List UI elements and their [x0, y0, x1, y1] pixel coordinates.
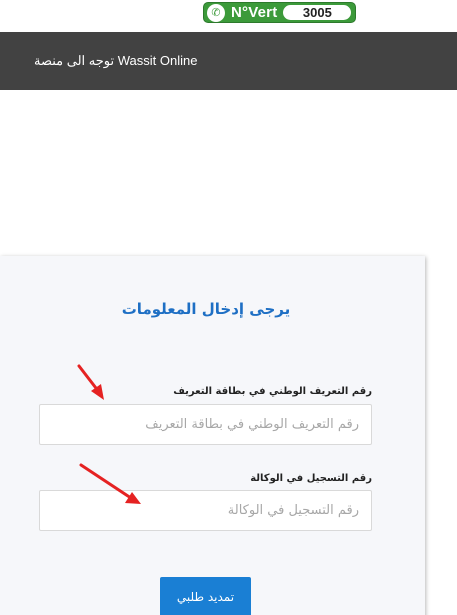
page: ✆ N°Vert 3005 توجه الى منصة Wassit Onlin…	[0, 0, 457, 615]
registration-number-input[interactable]	[39, 490, 372, 531]
badge-label: N°Vert	[231, 4, 278, 21]
national-id-input[interactable]	[39, 404, 372, 445]
national-id-label: رقم التعريف الوطني في بطاقة التعريف	[173, 386, 372, 397]
form-title: يرجى إدخال المعلومات	[121, 300, 291, 318]
platform-link[interactable]: توجه الى منصة Wassit Online	[34, 53, 197, 69]
renew-request-button[interactable]: تمديد طلبي	[160, 577, 251, 615]
header-bar: توجه الى منصة Wassit Online	[0, 32, 457, 90]
toll-free-badge[interactable]: ✆ N°Vert 3005	[203, 2, 356, 23]
phone-icon: ✆	[207, 3, 225, 22]
registration-number-label: رقم التسجيل في الوكالة	[250, 473, 372, 484]
badge-number: 3005	[283, 5, 352, 20]
form-card: يرجى إدخال المعلومات رقم التعريف الوطني …	[0, 256, 425, 615]
